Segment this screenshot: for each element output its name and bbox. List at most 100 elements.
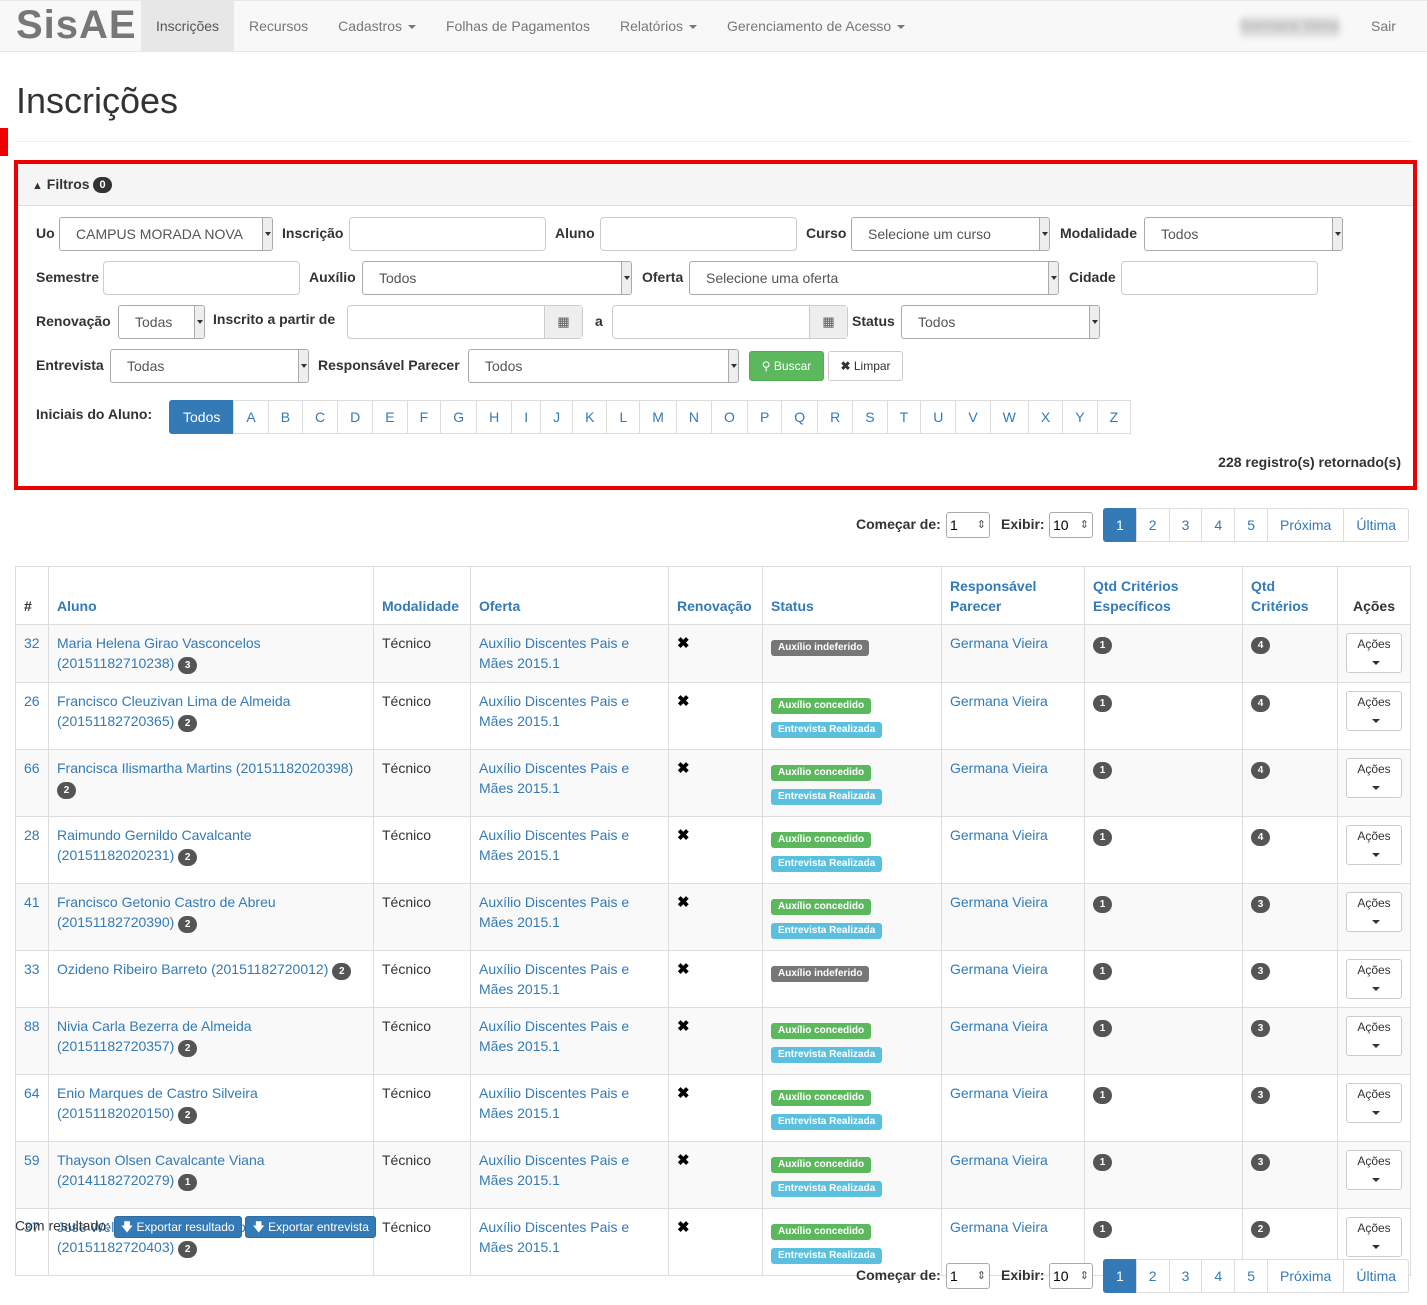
- oferta-link[interactable]: Auxílio Discentes Pais e Mães 2015.1: [479, 827, 629, 863]
- oferta-link[interactable]: Auxílio Discentes Pais e Mães 2015.1: [479, 693, 629, 729]
- exibir-input-bottom[interactable]: 10: [1049, 1263, 1093, 1289]
- modalidade-select[interactable]: Todos: [1144, 217, 1343, 251]
- parecer-link[interactable]: Germana Vieira: [950, 1085, 1048, 1101]
- inscricao-input[interactable]: [349, 217, 546, 251]
- page-link[interactable]: 5: [1234, 1259, 1268, 1293]
- letter-l[interactable]: L: [606, 400, 641, 434]
- letter-x[interactable]: X: [1027, 400, 1064, 434]
- row-id-link[interactable]: 88: [24, 1018, 40, 1034]
- oferta-link[interactable]: Auxílio Discentes Pais e Mães 2015.1: [479, 1152, 629, 1188]
- nav-inscricoes[interactable]: Inscrições: [141, 1, 235, 52]
- nav-user-blurred[interactable]: Germana Vieira: [1240, 17, 1340, 37]
- aluno-link[interactable]: Enio Marques de Castro Silveira (2015118…: [57, 1085, 258, 1121]
- aluno-link[interactable]: Maria Helena Girao Vasconcelos (20151182…: [57, 635, 261, 671]
- letter-m[interactable]: M: [639, 400, 677, 434]
- inscrito-date-to[interactable]: ▦: [612, 305, 848, 339]
- aluno-link[interactable]: Nivia Carla Bezerra de Almeida (20151182…: [57, 1018, 252, 1054]
- acoes-dropdown[interactable]: Ações: [1346, 1150, 1402, 1190]
- parecer-link[interactable]: Germana Vieira: [950, 693, 1048, 709]
- row-id-link[interactable]: 33: [24, 961, 40, 977]
- aluno-link[interactable]: Francisca Ilismartha Martins (2015118202…: [57, 760, 353, 776]
- status-select[interactable]: Todos: [901, 305, 1100, 339]
- letter-todos[interactable]: Todos: [169, 400, 235, 434]
- page-link[interactable]: 4: [1201, 1259, 1236, 1293]
- row-id-link[interactable]: 28: [24, 827, 40, 843]
- oferta-link[interactable]: Auxílio Discentes Pais e Mães 2015.1: [479, 1085, 629, 1121]
- letter-o[interactable]: O: [711, 400, 748, 434]
- page-link[interactable]: 4: [1201, 508, 1236, 542]
- page-link[interactable]: 2: [1135, 508, 1170, 542]
- acoes-dropdown[interactable]: Ações: [1346, 633, 1402, 673]
- col-status[interactable]: Status: [762, 566, 942, 625]
- limpar-button[interactable]: ✖ Limpar: [828, 351, 903, 381]
- letter-d[interactable]: D: [337, 400, 374, 434]
- col-qtd-criterios[interactable]: Qtd Critérios: [1242, 566, 1338, 625]
- row-id-link[interactable]: 26: [24, 693, 40, 709]
- oferta-link[interactable]: Auxílio Discentes Pais e Mães 2015.1: [479, 760, 629, 796]
- buscar-button[interactable]: ⚲ Buscar: [749, 351, 824, 381]
- page-link[interactable]: Próxima: [1266, 508, 1345, 542]
- entrevista-select[interactable]: Todas: [110, 349, 309, 383]
- aluno-link[interactable]: Francisco Getonio Castro de Abreu (20151…: [57, 894, 276, 930]
- nav-recursos[interactable]: Recursos: [234, 1, 323, 52]
- exportar-entrevista-button[interactable]: 🡇 Exportar entrevista: [245, 1216, 376, 1238]
- page-link[interactable]: 3: [1168, 508, 1203, 542]
- row-id-link[interactable]: 66: [24, 760, 40, 776]
- letter-c[interactable]: C: [302, 400, 339, 434]
- acoes-dropdown[interactable]: Ações: [1346, 1016, 1402, 1056]
- parecer-select[interactable]: Todos: [468, 349, 739, 383]
- letter-w[interactable]: W: [989, 400, 1029, 434]
- auxilio-select[interactable]: Todos: [362, 261, 632, 295]
- parecer-link[interactable]: Germana Vieira: [950, 1018, 1048, 1034]
- col-parecer[interactable]: Responsável Parecer: [941, 566, 1085, 625]
- page-link[interactable]: 3: [1168, 1259, 1203, 1293]
- oferta-link[interactable]: Auxílio Discentes Pais e Mães 2015.1: [479, 1018, 629, 1054]
- page-link[interactable]: 5: [1234, 508, 1268, 542]
- logout-link[interactable]: Sair: [1371, 1, 1396, 52]
- letter-g[interactable]: G: [440, 400, 478, 434]
- nav-relatorios[interactable]: Relatórios: [605, 1, 712, 52]
- letter-p[interactable]: P: [746, 400, 783, 434]
- filters-header[interactable]: ▲ Filtros 0: [18, 164, 1413, 206]
- letter-k[interactable]: K: [572, 400, 608, 434]
- row-id-link[interactable]: 41: [24, 894, 40, 910]
- calendar-icon[interactable]: ▦: [809, 306, 847, 338]
- renovacao-select[interactable]: Todas: [118, 305, 205, 339]
- exportar-resultado-button[interactable]: 🡇 Exportar resultado: [113, 1216, 242, 1238]
- oferta-select[interactable]: Selecione uma oferta: [689, 261, 1059, 295]
- aluno-link[interactable]: Ozideno Ribeiro Barreto (20151182720012): [57, 961, 328, 977]
- letter-i[interactable]: I: [511, 400, 542, 434]
- nav-gerenciamento[interactable]: Gerenciamento de Acesso: [712, 1, 920, 52]
- page-link[interactable]: Última: [1343, 508, 1410, 542]
- acoes-dropdown[interactable]: Ações: [1346, 825, 1402, 865]
- parecer-link[interactable]: Germana Vieira: [950, 760, 1048, 776]
- letter-n[interactable]: N: [675, 400, 713, 434]
- filters-title[interactable]: ▲ Filtros 0: [32, 176, 112, 194]
- letter-t[interactable]: T: [886, 400, 922, 434]
- aluno-input[interactable]: [600, 217, 797, 251]
- col-oferta[interactable]: Oferta: [470, 566, 669, 625]
- aluno-link[interactable]: Thayson Olsen Cavalcante Viana (20141182…: [57, 1152, 265, 1188]
- inscrito-date-from[interactable]: ▦: [347, 305, 583, 339]
- nav-cadastros[interactable]: Cadastros: [323, 1, 431, 52]
- parecer-link[interactable]: Germana Vieira: [950, 894, 1048, 910]
- row-id-link[interactable]: 32: [24, 635, 40, 651]
- nav-folhas[interactable]: Folhas de Pagamentos: [431, 1, 605, 52]
- exibir-input[interactable]: 10: [1049, 512, 1093, 538]
- letter-r[interactable]: R: [817, 400, 854, 434]
- page-link[interactable]: 2: [1135, 1259, 1170, 1293]
- acoes-dropdown[interactable]: Ações: [1346, 691, 1402, 731]
- calendar-icon[interactable]: ▦: [544, 306, 582, 338]
- comecar-input-bottom[interactable]: 1: [946, 1263, 990, 1289]
- page-link[interactable]: Próxima: [1266, 1259, 1345, 1293]
- acoes-dropdown[interactable]: Ações: [1346, 758, 1402, 798]
- page-link[interactable]: 1: [1103, 1259, 1137, 1293]
- letter-v[interactable]: V: [955, 400, 991, 434]
- parecer-link[interactable]: Germana Vieira: [950, 1152, 1048, 1168]
- oferta-link[interactable]: Auxílio Discentes Pais e Mães 2015.1: [479, 961, 629, 997]
- letter-u[interactable]: U: [920, 400, 957, 434]
- parecer-link[interactable]: Germana Vieira: [950, 635, 1048, 651]
- letter-q[interactable]: Q: [781, 400, 819, 434]
- oferta-link[interactable]: Auxílio Discentes Pais e Mães 2015.1: [479, 1219, 629, 1255]
- brand-logo[interactable]: SisAE: [16, 3, 137, 48]
